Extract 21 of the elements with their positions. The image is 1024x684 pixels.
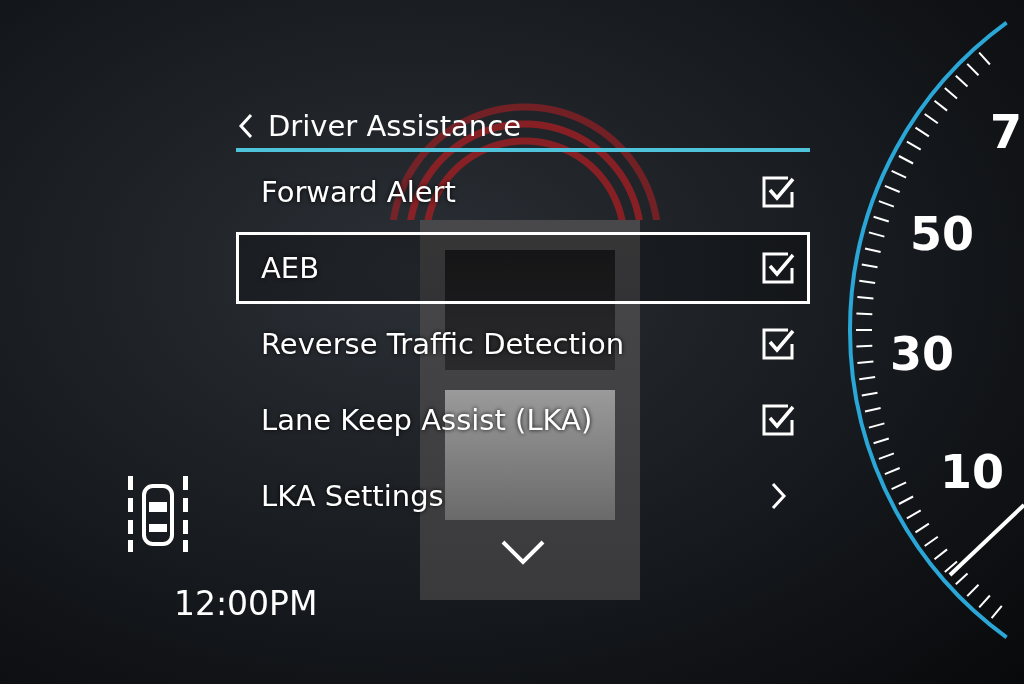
checkbox[interactable] <box>761 327 795 361</box>
checkbox[interactable] <box>761 251 795 285</box>
lane-car-icon <box>126 474 190 554</box>
checkbox[interactable] <box>761 403 795 437</box>
speed-label: 50 <box>910 207 974 261</box>
checkbox[interactable] <box>761 175 795 209</box>
menu-item[interactable]: AEB <box>236 232 810 304</box>
menu-item[interactable]: LKA Settings <box>236 460 810 532</box>
speed-label: 30 <box>890 327 954 381</box>
item-label: Forward Alert <box>261 175 456 209</box>
item-label: Reverse Traffic Detection <box>261 327 624 361</box>
chevron-down-icon[interactable] <box>500 538 546 566</box>
item-label: LKA Settings <box>261 479 444 513</box>
item-label: AEB <box>261 251 320 285</box>
clock-time: 12:00PM <box>174 584 318 623</box>
speed-label: 10 <box>940 445 1004 499</box>
menu-item[interactable]: Forward Alert <box>236 156 810 228</box>
speed-label: 7 <box>990 105 1022 159</box>
menu-title: Driver Assistance <box>268 109 521 143</box>
back-button[interactable] <box>238 113 254 139</box>
menu-item[interactable]: Reverse Traffic Detection <box>236 308 810 380</box>
